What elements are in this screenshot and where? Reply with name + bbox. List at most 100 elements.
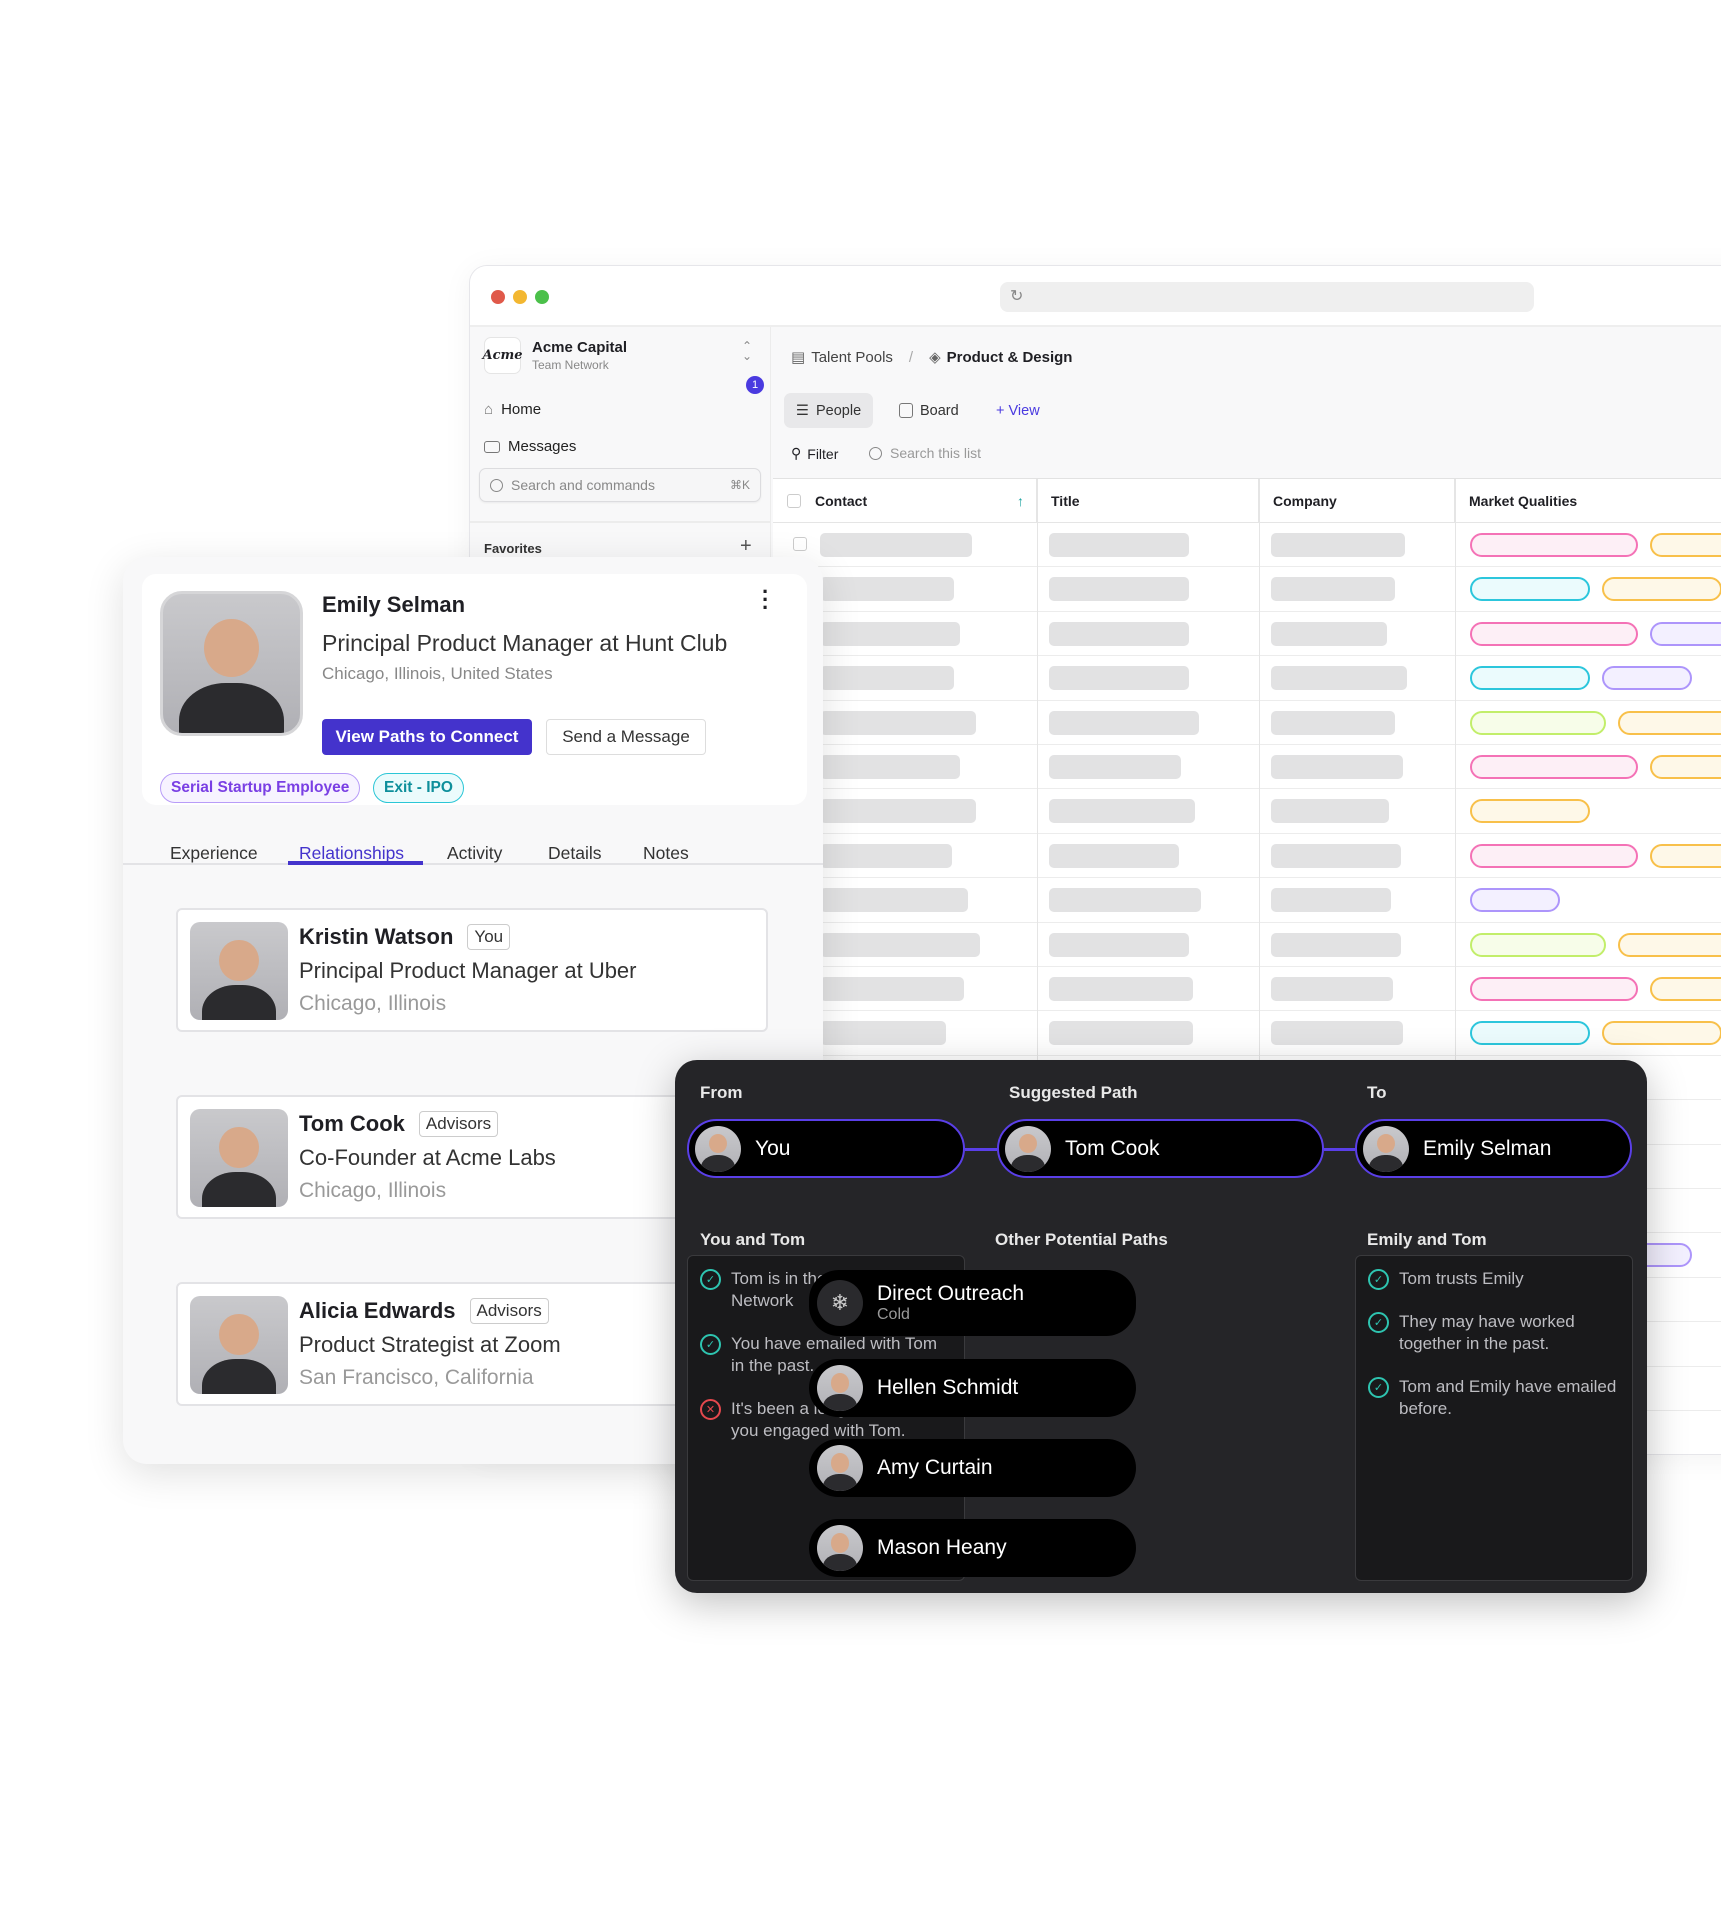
tab-notes[interactable]: Notes: [643, 843, 689, 864]
market-quality-pill[interactable]: [1602, 1021, 1721, 1046]
path-option[interactable]: Amy Curtain: [809, 1439, 1136, 1497]
breadcrumb-product-design[interactable]: Product & Design: [947, 349, 1073, 366]
row-checkbox[interactable]: [793, 537, 807, 551]
select-all-checkbox[interactable]: [787, 493, 801, 508]
table-row[interactable]: [773, 523, 1721, 568]
path-option-direct-outreach[interactable]: ❄ Direct Outreach Cold: [809, 1270, 1136, 1336]
path-option[interactable]: Hellen Schmidt: [809, 1359, 1136, 1417]
market-quality-pill[interactable]: [1470, 977, 1638, 1001]
path-connector: [1324, 1148, 1355, 1151]
to-label: To: [1367, 1083, 1387, 1102]
url-bar[interactable]: ↻: [1000, 282, 1534, 312]
tag-serial-startup[interactable]: Serial Startup Employee: [160, 773, 361, 803]
search-placeholder: Search and commands: [511, 477, 655, 493]
breadcrumb-talent-pools[interactable]: Talent Pools: [811, 349, 893, 366]
market-quality-pill[interactable]: [1470, 843, 1638, 868]
skeleton-cell: [820, 1021, 946, 1046]
market-quality-pill[interactable]: [1618, 932, 1721, 957]
view-paths-button[interactable]: View Paths to Connect: [322, 719, 532, 755]
suggested-person-pill[interactable]: Tom Cook: [997, 1119, 1324, 1178]
sort-ascending-icon[interactable]: ↑: [1017, 493, 1024, 509]
add-view-button[interactable]: + View: [984, 393, 1052, 428]
market-quality-pill[interactable]: [1470, 888, 1560, 913]
table-row[interactable]: [773, 656, 1721, 701]
table-row[interactable]: [773, 834, 1721, 879]
tab-details[interactable]: Details: [548, 843, 602, 864]
relationship-name-row: Alicia Edwards Advisors: [299, 1298, 549, 1324]
sidebar-item-home[interactable]: ⌂ Home: [484, 401, 541, 418]
close-window-button[interactable]: [491, 290, 505, 304]
table-row[interactable]: [773, 923, 1721, 967]
home-icon: ⌂: [484, 401, 494, 418]
column-header-company[interactable]: Company: [1259, 479, 1455, 523]
relationship-name-row: Kristin Watson You: [299, 924, 511, 950]
column-header-title[interactable]: Title: [1037, 479, 1259, 523]
path-option[interactable]: Mason Heany: [809, 1519, 1136, 1577]
market-quality-pill[interactable]: [1650, 621, 1721, 646]
relationship-title: Principal Product Manager at Uber: [299, 958, 637, 983]
direct-outreach-title: Direct Outreach: [877, 1282, 1025, 1305]
market-quality-pill[interactable]: [1618, 710, 1721, 735]
tab-activity[interactable]: Activity: [447, 843, 502, 864]
list-search-input[interactable]: Search this list: [869, 445, 981, 461]
more-options-icon[interactable]: · · ·: [762, 581, 769, 619]
reload-icon[interactable]: ↻: [1010, 286, 1023, 306]
market-quality-pill[interactable]: [1602, 577, 1721, 602]
workspace-switcher-chevron-icon[interactable]: ⌃ ⌄: [742, 340, 752, 362]
relationship-title: Co-Founder at Acme Labs: [299, 1145, 556, 1170]
relationship-location: San Francisco, California: [299, 1366, 534, 1389]
market-quality-pill[interactable]: [1470, 533, 1638, 557]
market-quality-pill[interactable]: [1470, 1021, 1590, 1046]
relationship-badge: Advisors: [469, 1298, 549, 1324]
path-option-name: Amy Curtain: [877, 1456, 993, 1479]
skeleton-cell: [1049, 843, 1179, 868]
table-row[interactable]: [773, 878, 1721, 923]
market-quality-pill[interactable]: [1470, 799, 1590, 824]
search-commands-input[interactable]: Search and commands ⌘K: [479, 468, 761, 502]
tag-exit-ipo[interactable]: Exit - IPO: [373, 773, 464, 803]
filter-button[interactable]: ⚲ Filter: [791, 445, 838, 462]
column-header-market-qualities[interactable]: Market Qualities: [1455, 479, 1721, 523]
table-row[interactable]: [773, 1011, 1721, 1056]
market-quality-pill[interactable]: [1470, 621, 1638, 646]
table-row[interactable]: [773, 567, 1721, 612]
table-row[interactable]: [773, 701, 1721, 745]
skeleton-cell: [1049, 533, 1189, 557]
market-quality-pill[interactable]: [1602, 666, 1692, 691]
sidebar-item-messages[interactable]: Messages: [484, 438, 576, 455]
market-quality-pill[interactable]: [1650, 755, 1721, 779]
market-quality-pill[interactable]: [1470, 755, 1638, 779]
skeleton-cell: [820, 799, 976, 824]
table-row[interactable]: [773, 745, 1721, 790]
market-quality-pill[interactable]: [1650, 533, 1721, 557]
table-row[interactable]: [773, 789, 1721, 834]
avatar: [190, 1296, 288, 1394]
filter-icon: ⚲: [791, 445, 802, 461]
send-message-button[interactable]: Send a Message: [546, 719, 706, 755]
column-header-contact[interactable]: Contact ↑: [773, 479, 1037, 523]
relationship-name-row: Tom Cook Advisors: [299, 1111, 499, 1137]
market-quality-pill[interactable]: [1470, 577, 1590, 602]
relationship-card[interactable]: Kristin Watson You Principal Product Mana…: [176, 908, 768, 1032]
table-row[interactable]: [773, 967, 1721, 1012]
table-row[interactable]: [773, 612, 1721, 657]
market-quality-pill[interactable]: [1470, 932, 1606, 957]
skeleton-cell: [1271, 533, 1405, 557]
path-connector: [965, 1148, 997, 1151]
market-quality-pill[interactable]: [1650, 843, 1721, 868]
fact-text: They may have worked together in the pas…: [1399, 1312, 1575, 1353]
from-person-pill[interactable]: You: [687, 1119, 965, 1178]
workspace-subtitle: Team Network: [532, 358, 609, 372]
view-tab-people[interactable]: ☰ People: [784, 393, 874, 428]
relationship-location: Chicago, Illinois: [299, 992, 447, 1015]
maximize-window-button[interactable]: [535, 290, 549, 304]
tab-experience[interactable]: Experience: [170, 843, 258, 864]
to-person-pill[interactable]: Emily Selman: [1355, 1119, 1632, 1178]
market-quality-pill[interactable]: [1470, 666, 1590, 691]
minimize-window-button[interactable]: [513, 290, 527, 304]
market-quality-pill[interactable]: [1470, 710, 1606, 735]
view-tab-board[interactable]: Board: [887, 393, 971, 428]
paths-panel: From Suggested Path To You Tom Cook Emil…: [675, 1060, 1647, 1593]
add-favorite-button[interactable]: +: [740, 535, 752, 558]
market-quality-pill[interactable]: [1650, 977, 1721, 1001]
